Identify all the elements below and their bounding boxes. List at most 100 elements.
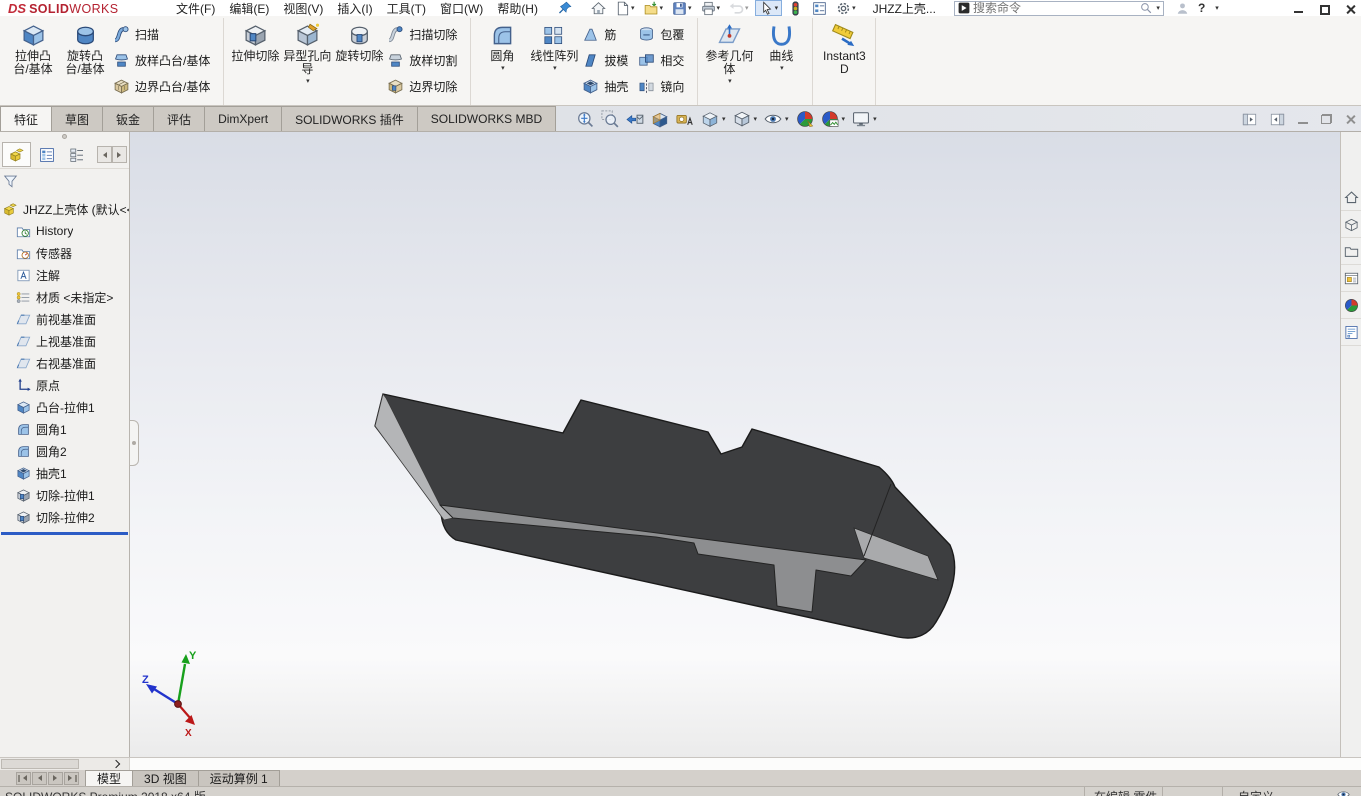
tree-item-annotations[interactable]: 注解 bbox=[0, 264, 129, 286]
ribbon-button-lofted-cut[interactable]: 放样切割 bbox=[387, 48, 463, 73]
graphics-viewport[interactable]: Y Z X bbox=[140, 132, 1340, 757]
tab-propertymanager[interactable] bbox=[32, 142, 61, 167]
nav-previous-button[interactable] bbox=[32, 771, 47, 785]
qat-open-button[interactable]: ▾ bbox=[641, 0, 667, 16]
menu-tools[interactable]: 工具(T) bbox=[387, 0, 426, 17]
panel-expand-icon[interactable] bbox=[111, 759, 121, 769]
tree-item-boss-extrude1[interactable]: 凸台-拉伸1 bbox=[0, 396, 129, 418]
menu-help[interactable]: 帮助(H) bbox=[497, 0, 538, 17]
filter-icon[interactable] bbox=[3, 174, 18, 189]
hide-show-items-button[interactable]: ▾ bbox=[764, 110, 789, 128]
tree-item-shell1[interactable]: 抽壳1 bbox=[0, 462, 129, 484]
nav-first-button[interactable] bbox=[16, 771, 31, 785]
ribbon-button-revolved-boss-base[interactable]: 旋转凸台/基体 bbox=[59, 18, 111, 102]
doc-close-button[interactable] bbox=[1345, 114, 1356, 125]
menu-view[interactable]: 视图(V) bbox=[283, 0, 323, 17]
nav-last-button[interactable] bbox=[64, 771, 79, 785]
ribbon-button-curves[interactable]: 曲线 ▾ bbox=[755, 18, 807, 102]
status-eye-icon[interactable] bbox=[1337, 788, 1350, 796]
menu-window[interactable]: 窗口(W) bbox=[440, 0, 483, 17]
tree-item-front-plane[interactable]: 前视基准面 bbox=[0, 308, 129, 330]
ribbon-button-boundary-cut[interactable]: 边界切除 bbox=[387, 74, 463, 99]
ribbon-button-draft[interactable]: 拔模 bbox=[582, 48, 634, 73]
nav-next-button[interactable] bbox=[48, 771, 63, 785]
qat-rebuild-button[interactable] bbox=[785, 0, 806, 16]
menu-file[interactable]: 文件(F) bbox=[176, 0, 215, 17]
taskpane-appearances-scenes-button[interactable] bbox=[1341, 292, 1361, 319]
splitter-grab-handle[interactable] bbox=[129, 420, 139, 466]
tab-evaluate[interactable]: 评估 bbox=[153, 106, 206, 131]
ribbon-button-fillet[interactable]: 圆角 ▾ bbox=[476, 18, 528, 102]
ribbon-button-swept-boss-base[interactable]: 扫描 bbox=[113, 22, 216, 47]
bottom-tab-model[interactable]: 模型 bbox=[85, 770, 134, 786]
qat-home-button[interactable] bbox=[588, 0, 609, 16]
status-customize-button[interactable]: 自定义 bbox=[1238, 788, 1274, 796]
zoom-to-fit-button[interactable] bbox=[576, 110, 594, 128]
tab-solidworks-mbd[interactable]: SOLIDWORKS MBD bbox=[416, 106, 557, 131]
tab-sketch[interactable]: 草图 bbox=[51, 106, 104, 131]
taskpane-solidworks-resources-button[interactable] bbox=[1341, 184, 1361, 211]
ribbon-button-rib[interactable]: 筋 bbox=[582, 22, 634, 47]
tree-item-top-plane[interactable]: 上视基准面 bbox=[0, 330, 129, 352]
zoom-to-area-button[interactable] bbox=[601, 110, 619, 128]
tree-item-material[interactable]: 材质 <未指定> bbox=[0, 286, 129, 308]
apply-scene-button[interactable]: ▾ bbox=[821, 110, 845, 128]
search-caret-icon[interactable]: ▾ bbox=[1156, 5, 1160, 12]
qat-save-button[interactable]: ▾ bbox=[669, 0, 695, 16]
pin-menubar-icon[interactable] bbox=[558, 1, 572, 15]
panel-splitter-handle[interactable] bbox=[0, 132, 129, 141]
panel-resize-splitter[interactable] bbox=[129, 132, 140, 757]
rollback-bar[interactable] bbox=[1, 532, 128, 535]
tab-solidworks-addins[interactable]: SOLIDWORKS 插件 bbox=[281, 106, 418, 131]
ribbon-button-revolved-cut[interactable]: 旋转切除 bbox=[333, 18, 385, 102]
ribbon-button-intersect[interactable]: 相交 bbox=[638, 48, 690, 73]
tree-item-cut-extrude1[interactable]: 切除-拉伸1 bbox=[0, 484, 129, 506]
panel-horizontal-scrollbar[interactable] bbox=[0, 758, 130, 770]
tab-featuremanager-tree[interactable] bbox=[2, 142, 31, 167]
ribbon-button-swept-cut[interactable]: 扫描切除 bbox=[387, 22, 463, 47]
collapse-right-pane-icon[interactable] bbox=[1270, 112, 1285, 127]
minimize-button[interactable] bbox=[1292, 2, 1305, 15]
menu-insert[interactable]: 插入(I) bbox=[337, 0, 372, 17]
ribbon-button-reference-geometry[interactable]: 参考几何体 ▾ bbox=[703, 18, 755, 102]
ribbon-button-lofted-boss-base[interactable]: 放样凸台/基体 bbox=[113, 48, 216, 73]
ribbon-button-mirror[interactable]: 镜向 bbox=[638, 74, 690, 99]
tree-item-right-plane[interactable]: 右视基准面 bbox=[0, 352, 129, 374]
menu-edit[interactable]: 编辑(E) bbox=[229, 0, 269, 17]
ribbon-button-wrap[interactable]: 包覆 bbox=[638, 22, 690, 47]
panel-tab-scroll-left[interactable] bbox=[97, 146, 112, 163]
collapse-left-pane-icon[interactable] bbox=[1242, 112, 1257, 127]
close-button[interactable] bbox=[1344, 2, 1357, 15]
doc-minimize-button[interactable] bbox=[1298, 121, 1308, 124]
qat-select-button[interactable]: ▾ bbox=[754, 0, 783, 16]
tree-item-fillet1[interactable]: 圆角1 bbox=[0, 418, 129, 440]
tree-item-part-root[interactable]: JHZZ上壳体 (默认<< bbox=[0, 198, 129, 220]
qat-undo-button[interactable]: ▾ bbox=[726, 0, 752, 16]
tree-item-origin[interactable]: 原点 bbox=[0, 374, 129, 396]
qat-file-properties-button[interactable] bbox=[809, 0, 830, 16]
search-input[interactable] bbox=[972, 1, 1138, 15]
help-caret-icon[interactable]: ▾ bbox=[1215, 5, 1219, 12]
help-button[interactable]: ? bbox=[1198, 1, 1205, 15]
tree-item-sensors[interactable]: 传感器 bbox=[0, 242, 129, 264]
tab-dimxpert[interactable]: DimXpert bbox=[204, 106, 283, 131]
tree-item-history[interactable]: History bbox=[0, 220, 129, 242]
taskpane-custom-properties-button[interactable] bbox=[1341, 319, 1361, 346]
bottom-tab-3d-views[interactable]: 3D 视图 bbox=[132, 770, 199, 786]
section-view-button[interactable] bbox=[651, 110, 669, 128]
scrollbar-thumb[interactable] bbox=[1, 759, 79, 769]
qat-print-button[interactable]: ▾ bbox=[698, 0, 724, 16]
view-orientation-button[interactable]: ▾ bbox=[701, 110, 726, 128]
tab-sheet-metal[interactable]: 钣金 bbox=[102, 106, 155, 131]
user-account-icon[interactable] bbox=[1176, 2, 1189, 15]
taskpane-design-library-button[interactable] bbox=[1341, 211, 1361, 238]
doc-restore-button[interactable] bbox=[1321, 114, 1332, 124]
search-icon[interactable] bbox=[1140, 2, 1152, 14]
ribbon-button-instant3d[interactable]: Instant3D bbox=[818, 18, 870, 102]
tab-features[interactable]: 特征 bbox=[0, 106, 53, 131]
edit-appearance-button[interactable] bbox=[796, 110, 814, 128]
panel-tab-scroll-right[interactable] bbox=[112, 146, 127, 163]
previous-view-button[interactable] bbox=[626, 110, 644, 128]
tree-item-cut-extrude2[interactable]: 切除-拉伸2 bbox=[0, 506, 129, 528]
display-style-button[interactable]: ▾ bbox=[733, 110, 757, 128]
